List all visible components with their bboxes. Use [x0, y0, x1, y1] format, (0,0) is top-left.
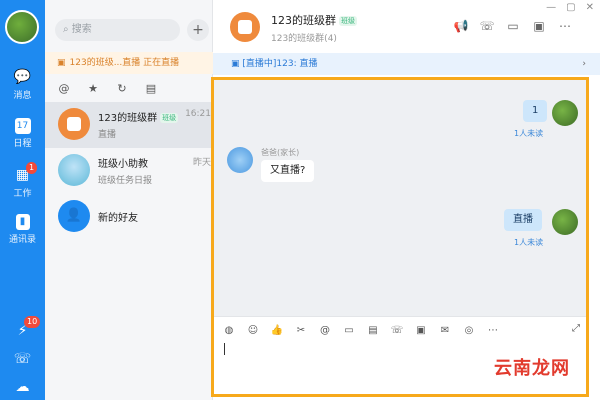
phone-icon[interactable]: ☏ [390, 325, 404, 336]
chat-header: 123的班级群 班级 123的班级群(4) 📢 ☏ ▭ ▣ ⋯ — ▢ ✕ [213, 0, 600, 52]
lightning-badge: 10 [24, 316, 41, 328]
megaphone-icon[interactable]: 📢 [453, 18, 469, 34]
sender-name: 爸爸(家长) [261, 148, 300, 157]
emoji-icon[interactable]: ☺ [246, 325, 260, 336]
watermark-logo: 云南龙网 [494, 358, 570, 379]
thumbs-up-icon[interactable]: 👍 [270, 325, 284, 336]
assistant-avatar [58, 154, 90, 186]
mail-icon[interactable]: ✉ [438, 325, 452, 336]
sender-avatar[interactable] [552, 100, 578, 126]
search-input[interactable]: ⌕ 搜索 [55, 19, 180, 41]
chat-title: 123的班级群 班级 [271, 14, 357, 27]
class-tag: 班级 [339, 16, 357, 26]
conversation-item[interactable]: 👤 新的好友 [45, 194, 213, 240]
history-icon[interactable]: ↻ [112, 78, 132, 100]
live-tv-icon[interactable]: ▣ [531, 18, 547, 34]
add-button[interactable]: + [187, 19, 209, 41]
group-avatar [58, 108, 90, 140]
chevron-right-icon: › [582, 59, 586, 69]
conversation-time: 16:21 [185, 109, 211, 119]
folder-icon[interactable]: ▭ [342, 325, 356, 336]
conversation-list-panel: ⌕ 搜索 + ▣ 123的班级...直播 正在直播 @ ★ ↻ ▤ 123的班级群 班级 … [45, 0, 213, 400]
folder-icon[interactable]: ▭ [505, 18, 521, 34]
cloud-icon: ☁ [15, 379, 30, 395]
message-bubble[interactable]: 1 [523, 100, 548, 122]
composer-toolbar: ◍ ☺ 👍 ✂ @ ▭ ▤ ☏ ▣ ✉ ◎ ⋯ [222, 323, 510, 336]
user-avatar[interactable] [5, 10, 39, 44]
nav-contacts-label: 通讯录 [8, 235, 36, 245]
more-icon[interactable]: ⋯ [486, 325, 500, 336]
conversation-preview: 班级任务日报 [98, 176, 153, 186]
conversation-item[interactable]: 班级小助教 班级任务日报 昨天 [45, 148, 213, 194]
unread-status[interactable]: 1人未读 [514, 237, 543, 248]
at-mention-icon[interactable]: @ [318, 325, 332, 336]
conversation-name: 班级小助教 [98, 159, 148, 170]
scissors-icon[interactable]: ✂ [294, 325, 308, 336]
phone-icon: ☏ [13, 351, 32, 367]
add-friend-icon: 👤 [58, 200, 90, 232]
nav-messages[interactable]: 💬 消息 [0, 68, 45, 101]
conversation-name: 新的好友 [98, 213, 138, 224]
contacts-icon: ▮ [15, 214, 30, 230]
chat-subtitle: 123的班级群(4) [271, 34, 337, 44]
chat-area: 1 1人未读 爸爸(家长) 又直播? 直播 1人未读 ◍ ☺ 👍 ✂ @ ▭ ▤ ☏ ▣ ✉ ◎ ⋯ … [211, 77, 589, 397]
expand-icon[interactable]: ⤢ [572, 323, 580, 334]
minimize-icon[interactable]: — [546, 2, 556, 13]
nav-messages-label: 消息 [13, 91, 32, 101]
header-toolbar: 📢 ☏ ▭ ▣ ⋯ [453, 18, 583, 34]
message-bubble[interactable]: 直播 [504, 209, 542, 231]
conversation-time: 昨天 [192, 158, 211, 168]
class-tag: 班级 [160, 113, 179, 123]
voice-call-icon[interactable]: ☏ [479, 18, 495, 34]
nav-work[interactable]: ▦ 1 工作 [0, 162, 45, 199]
close-icon[interactable]: ✕ [586, 2, 594, 13]
conversation-item[interactable]: 123的班级群 班级 直播 16:21 [45, 102, 213, 148]
filter-bar: @ ★ ↻ ▤ [45, 78, 213, 100]
chat-bubble-icon: 💬 [13, 69, 32, 85]
at-mention-icon[interactable]: @ [54, 78, 74, 100]
work-badge: 1 [26, 162, 38, 174]
message-bubble[interactable]: 又直播? [261, 160, 315, 182]
calendar-icon: 17 [14, 118, 31, 134]
clipboard-icon[interactable]: ▤ [366, 325, 380, 336]
window-controls: — ▢ ✕ [536, 2, 594, 13]
search-placeholder: 搜索 [71, 24, 92, 35]
live-notice-bar[interactable]: ▣ 123的班级...直播 正在直播 [45, 52, 213, 74]
nav-phone[interactable]: ☏ [0, 350, 45, 368]
nav-contacts[interactable]: ▮ 通讯录 [0, 214, 45, 245]
conversation-name: 123的班级群 班级 [98, 113, 179, 124]
nav-work-label: 工作 [13, 189, 32, 199]
red-packet-icon[interactable]: ◎ [462, 325, 476, 336]
nav-lightning[interactable]: ⚡ 10 [0, 316, 45, 340]
gif-icon[interactable]: ◍ [222, 325, 236, 336]
star-icon[interactable]: ★ [83, 78, 103, 100]
unread-status[interactable]: 1人未读 [514, 128, 543, 139]
live-tv-icon[interactable]: ▣ [414, 325, 428, 336]
live-status-text: [直播中]123: 直播 [242, 59, 318, 69]
nav-calendar[interactable]: 17 日程 [0, 118, 45, 149]
live-notice-text: 123的班级...直播 正在直播 [69, 58, 180, 68]
conversation-preview: 直播 [98, 130, 117, 140]
sender-avatar[interactable] [227, 147, 253, 173]
more-icon[interactable]: ⋯ [557, 18, 573, 34]
notes-icon[interactable]: ▤ [141, 78, 161, 100]
text-input-caret[interactable] [224, 343, 225, 355]
live-tv-icon: ▣ [231, 59, 243, 69]
nav-calendar-label: 日程 [13, 139, 32, 149]
maximize-icon[interactable]: ▢ [566, 2, 575, 13]
live-tv-icon: ▣ [57, 58, 66, 68]
group-avatar[interactable] [230, 12, 260, 42]
sender-avatar[interactable] [552, 209, 578, 235]
nav-rail: 💬 消息 17 日程 ▦ 1 工作 ▮ 通讯录 ⚡ 10 ☏ ☁ [0, 0, 45, 400]
nav-cloud[interactable]: ☁ [0, 378, 45, 396]
live-status-strip[interactable]: ▣ [直播中]123: 直播 › [213, 53, 600, 75]
